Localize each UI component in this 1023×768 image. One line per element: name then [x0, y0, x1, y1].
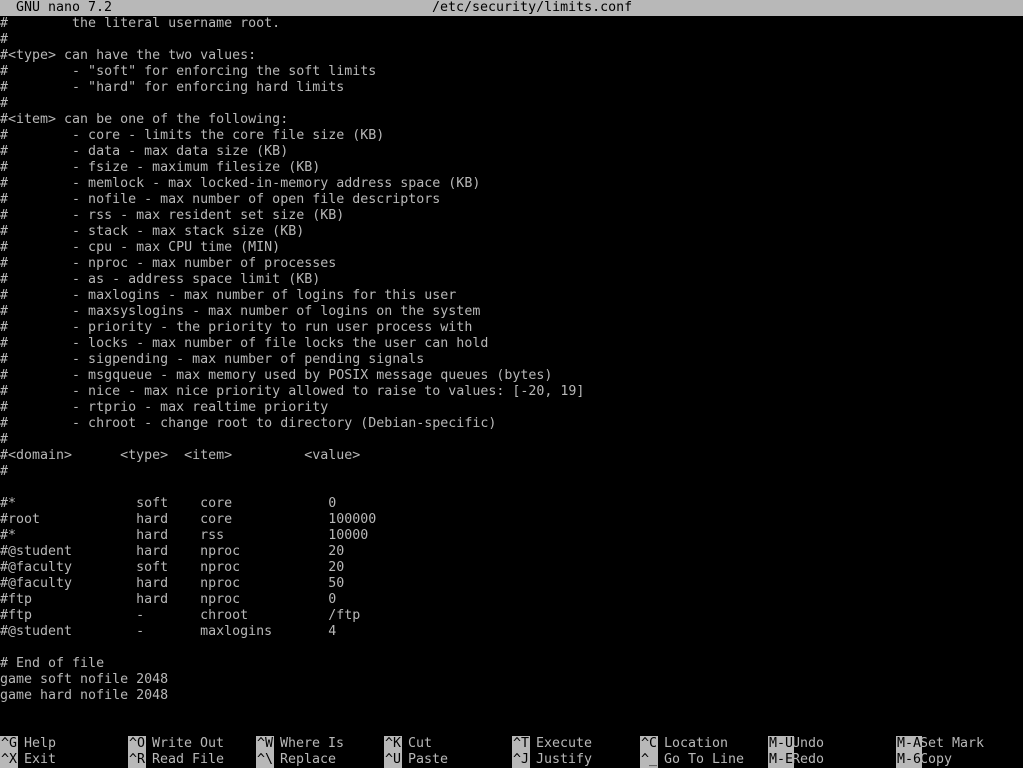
shortcut-key: ^J — [512, 752, 531, 768]
editor-line[interactable]: # - stack - max stack size (KB) — [0, 224, 304, 240]
editor-line[interactable]: game hard nofile 2048 — [0, 688, 168, 704]
editor-line[interactable]: # - nice - max nice priority allowed to … — [0, 384, 584, 400]
editor-area[interactable]: # the literal username root. # #<type> can… — [0, 16, 1023, 720]
shortcut-label: Go To Line — [664, 752, 745, 767]
editor-line[interactable]: #@student - maxlogins 4 — [0, 624, 336, 640]
editor-line[interactable]: # - fsize - maximum filesize (KB) — [0, 160, 320, 176]
shortcut-label: Exit — [24, 752, 57, 767]
editor-line[interactable]: #ftp hard nproc 0 — [0, 592, 336, 608]
editor-line[interactable]: #<type> can have the two values: — [0, 48, 256, 64]
editor-line[interactable]: #root hard core 100000 — [0, 512, 376, 528]
editor-line[interactable]: # - rss - max resident set size (KB) — [0, 208, 344, 224]
editor-line[interactable]: #<item> can be one of the following: — [0, 112, 288, 128]
shortcut-write-out[interactable]: ^O Write Out — [128, 736, 256, 752]
shortcut-key: ^X — [0, 752, 19, 768]
editor-line[interactable]: #* soft core 0 — [0, 496, 336, 512]
shortcut-label: Set Mark — [920, 736, 985, 751]
shortcut-set-mark[interactable]: M-A Set Mark — [896, 736, 1023, 752]
editor-line[interactable]: #<domain> <type> <item> <value> — [0, 448, 360, 464]
shortcut-label: Location — [664, 736, 729, 751]
editor-line[interactable]: # - "hard" for enforcing hard limits — [0, 80, 344, 96]
shortcut-label: Write Out — [152, 736, 225, 751]
editor-line[interactable]: # - chroot - change root to directory (D… — [0, 416, 496, 432]
shortcut-label: Execute — [536, 736, 593, 751]
shortcut-replace[interactable]: ^\ Replace — [256, 752, 384, 768]
shortcut-key: ^R — [128, 752, 147, 768]
editor-line[interactable]: # - maxlogins - max number of logins for… — [0, 288, 456, 304]
shortcut-label: Where Is — [280, 736, 345, 751]
editor-line[interactable]: # - core - limits the core file size (KB… — [0, 128, 384, 144]
shortcut-key: ^C — [640, 736, 659, 752]
shortcut-exit[interactable]: ^X Exit — [0, 752, 128, 768]
shortcut-justify[interactable]: ^J Justify — [512, 752, 640, 768]
editor-line[interactable]: # — [0, 32, 8, 48]
shortcut-key: M-6 — [896, 752, 923, 768]
shortcut-undo[interactable]: M-U Undo — [768, 736, 896, 752]
shortcut-label: Read File — [152, 752, 225, 767]
shortcut-read-file[interactable]: ^R Read File — [128, 752, 256, 768]
editor-line[interactable]: # End of file — [0, 656, 104, 672]
shortcut-key: ^U — [384, 752, 403, 768]
shortcut-execute[interactable]: ^T Execute — [512, 736, 640, 752]
shortcut-label: Copy — [920, 752, 953, 767]
editor-line[interactable]: # - rtprio - max realtime priority — [0, 400, 328, 416]
editor-line[interactable]: # - locks - max number of file locks the… — [0, 336, 488, 352]
shortcut-key: ^K — [384, 736, 403, 752]
app-name: GNU nano 7.2 — [16, 0, 113, 15]
shortcut-key: ^_ — [640, 752, 659, 768]
editor-line[interactable]: #@student hard nproc 20 — [0, 544, 344, 560]
shortcut-key: ^O — [128, 736, 147, 752]
editor-line[interactable]: # — [0, 96, 8, 112]
editor-line[interactable]: #@faculty soft nproc 20 — [0, 560, 344, 576]
shortcut-label: Paste — [408, 752, 449, 767]
shortcut-key: ^T — [512, 736, 531, 752]
file-path: /etc/security/limits.conf — [432, 0, 633, 15]
editor-line[interactable]: #@faculty hard nproc 50 — [0, 576, 344, 592]
editor-line[interactable]: # - nproc - max number of processes — [0, 256, 336, 272]
shortcut-label: Replace — [280, 752, 337, 767]
shortcut-key: M-A — [896, 736, 923, 752]
editor-line[interactable]: # - sigpending - max number of pending s… — [0, 352, 424, 368]
shortcut-go-to-line[interactable]: ^_ Go To Line — [640, 752, 768, 768]
editor-line[interactable]: # the literal username root. — [0, 16, 280, 32]
editor-line[interactable]: # - maxsyslogins - max number of logins … — [0, 304, 480, 320]
editor-line[interactable]: # — [0, 432, 8, 448]
editor-line[interactable]: # - nofile - max number of open file des… — [0, 192, 440, 208]
editor-line[interactable]: # - msgqueue - max memory used by POSIX … — [0, 368, 552, 384]
editor-line[interactable]: # - data - max data size (KB) — [0, 144, 288, 160]
shortcut-location[interactable]: ^C Location — [640, 736, 768, 752]
editor-line[interactable]: # - as - address space limit (KB) — [0, 272, 320, 288]
shortcut-label: Redo — [792, 752, 825, 767]
shortcut-redo[interactable]: M-E Redo — [768, 752, 896, 768]
editor-line[interactable]: # - memlock - max locked-in-memory addre… — [0, 176, 480, 192]
editor-line[interactable]: #* hard rss 10000 — [0, 528, 368, 544]
shortcut-help[interactable]: ^G Help — [0, 736, 128, 752]
shortcut-label: Undo — [792, 736, 825, 751]
shortcut-key: ^W — [256, 736, 275, 752]
shortcut-label: Cut — [408, 736, 433, 751]
shortcut-key: M-U — [768, 736, 795, 752]
shortcut-key: M-E — [768, 752, 795, 768]
shortcut-label: Justify — [536, 752, 593, 767]
shortcut-key: ^G — [0, 736, 19, 752]
editor-line[interactable]: #ftp - chroot /ftp — [0, 608, 360, 624]
editor-line[interactable]: # - priority - the priority to run user … — [0, 320, 472, 336]
shortcut-key: ^\ — [256, 752, 275, 768]
editor-line[interactable]: # - "soft" for enforcing the soft limits — [0, 64, 376, 80]
shortcut-copy[interactable]: M-6 Copy — [896, 752, 1023, 768]
shortcut-label: Help — [24, 736, 57, 751]
title-bar: GNU nano 7.2 /etc/security/limits.conf — [0, 0, 1023, 16]
shortcut-where-is[interactable]: ^W Where Is — [256, 736, 384, 752]
editor-line[interactable]: # - cpu - max CPU time (MIN) — [0, 240, 280, 256]
shortcut-cut[interactable]: ^K Cut — [384, 736, 512, 752]
editor-line[interactable]: game soft nofile 2048 — [0, 672, 168, 688]
editor-line[interactable]: # — [0, 464, 8, 480]
shortcut-paste[interactable]: ^U Paste — [384, 752, 512, 768]
